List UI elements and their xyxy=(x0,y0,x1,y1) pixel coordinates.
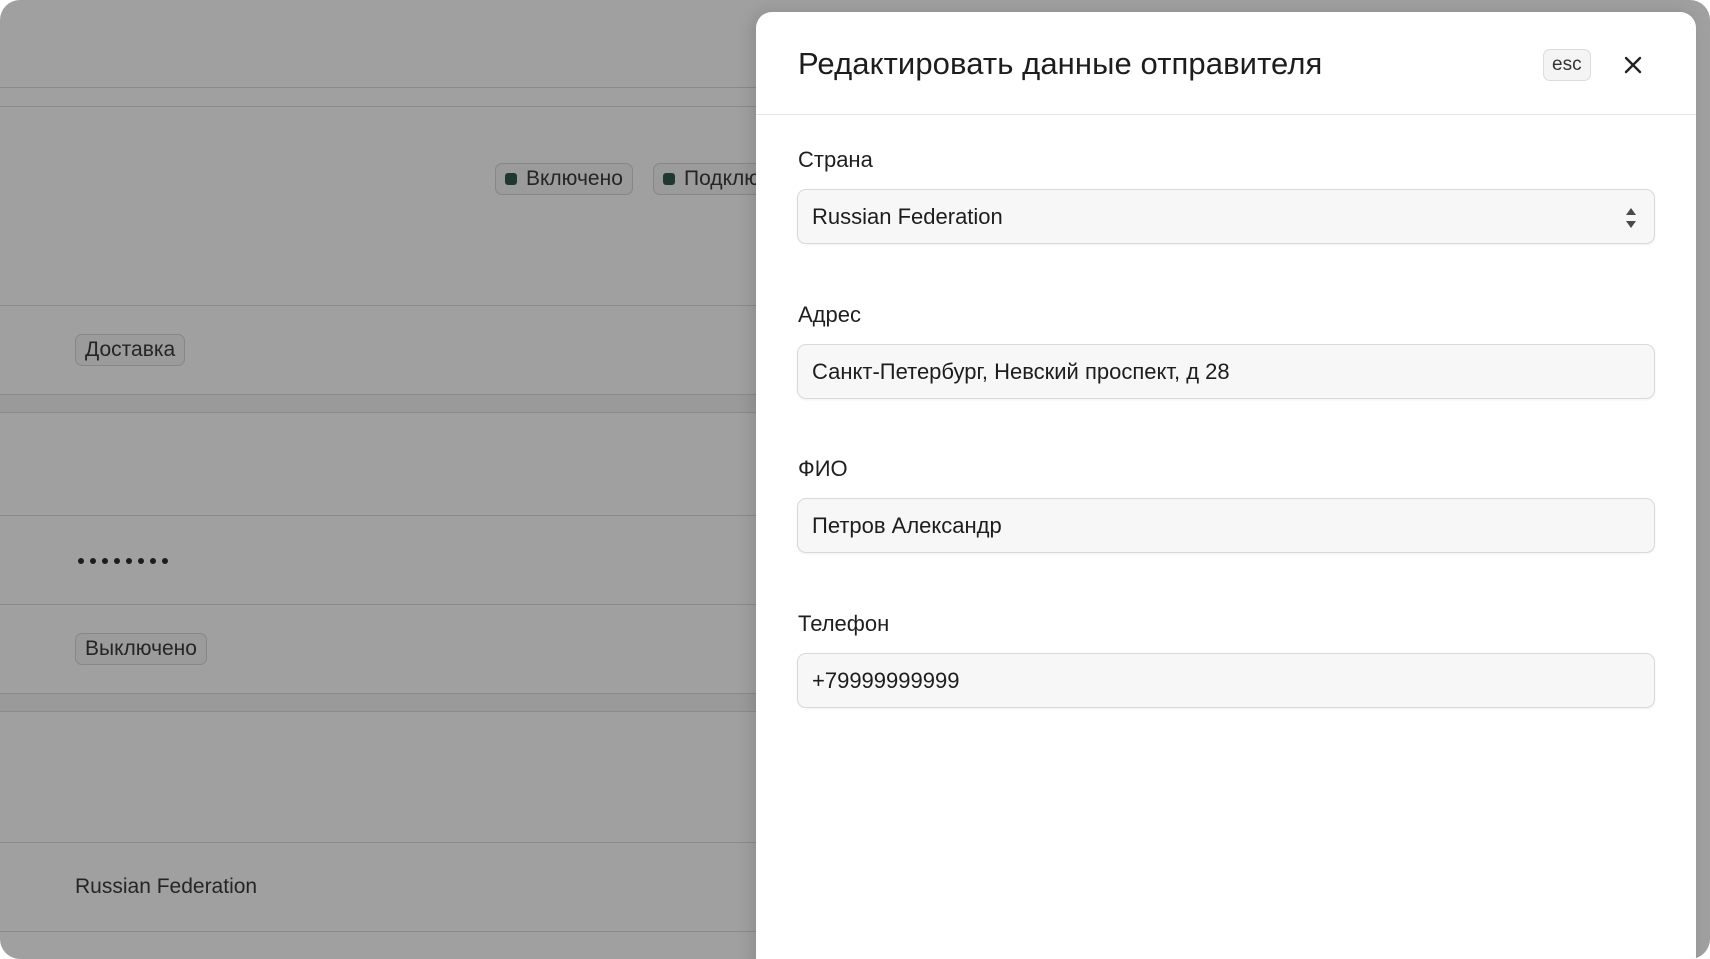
app-frame: Включено Подклю Доставка Выключено Russi… xyxy=(0,0,1710,959)
phone-input-value: +79999999999 xyxy=(812,667,960,693)
drawer-header: Редактировать данные отправителя esc xyxy=(756,12,1696,115)
address-input-value: Санкт-Петербург, Невский проспект, д 28 xyxy=(812,358,1230,384)
phone-input[interactable]: +79999999999 xyxy=(797,653,1655,708)
drawer-title: Редактировать данные отправителя xyxy=(798,46,1323,81)
close-icon xyxy=(1624,56,1642,74)
country-label: Страна xyxy=(798,147,873,172)
phone-label: Телефон xyxy=(798,611,890,636)
full-name-input[interactable]: Петров Александр xyxy=(797,498,1655,553)
address-input[interactable]: Санкт-Петербург, Невский проспект, д 28 xyxy=(797,344,1655,399)
esc-key-hint[interactable]: esc xyxy=(1543,49,1591,81)
select-arrows-icon xyxy=(1626,208,1636,228)
close-button[interactable] xyxy=(1618,50,1648,80)
full-name-input-value: Петров Александр xyxy=(812,512,1002,538)
edit-sender-drawer: Редактировать данные отправителя esc Стр… xyxy=(756,12,1696,959)
full-name-label: ФИО xyxy=(798,456,848,481)
address-label: Адрес xyxy=(798,302,861,327)
country-select[interactable]: Russian Federation xyxy=(797,189,1655,244)
country-select-value: Russian Federation xyxy=(812,203,1003,229)
